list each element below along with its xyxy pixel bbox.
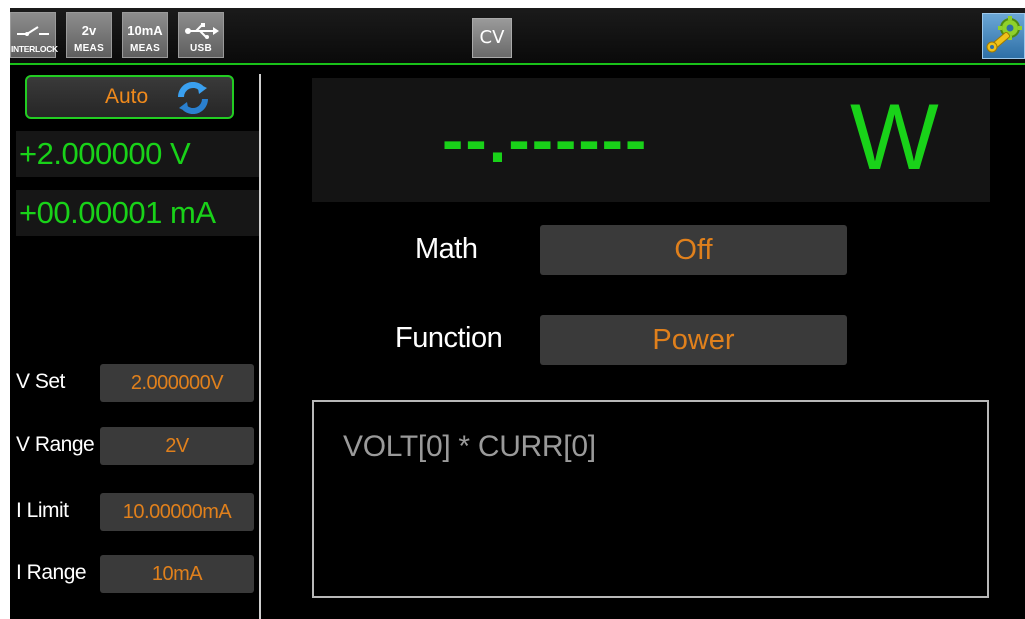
i-range-label: I Range <box>16 561 87 584</box>
current-readout: +00.00001 mA <box>16 190 260 236</box>
main-reading-unit: W <box>850 84 939 189</box>
function-value-button[interactable]: Power <box>540 315 847 365</box>
param-row-i-limit: I Limit 10.00000mA <box>10 493 260 531</box>
current-meas-label: MEAS <box>129 43 161 54</box>
panel-divider <box>259 74 261 619</box>
param-row-v-range: V Range 2V <box>10 427 260 465</box>
instrument-screen: INTERLOCK 2v MEAS 10mA MEAS USB CV Auto … <box>10 8 1025 619</box>
i-limit-value[interactable]: 10.00000mA <box>100 493 254 531</box>
voltage-readout: +2.000000 V <box>16 131 260 177</box>
cv-mode-indicator[interactable]: CV <box>472 18 512 58</box>
current-meas-indicator[interactable]: 10mA MEAS <box>122 12 168 58</box>
usb-label: USB <box>189 43 212 54</box>
voltage-meas-indicator[interactable]: 2v MEAS <box>66 12 112 58</box>
math-value-button[interactable]: Off <box>540 225 847 275</box>
status-bar: INTERLOCK 2v MEAS 10mA MEAS USB CV <box>10 8 1025 65</box>
math-expression: VOLT[0] * CURR[0] <box>343 430 596 463</box>
voltage-meas-range: 2v <box>81 23 97 38</box>
v-range-value[interactable]: 2V <box>100 427 254 465</box>
range-auto-button[interactable]: Auto <box>25 75 234 119</box>
v-set-value[interactable]: 2.000000V <box>100 364 254 402</box>
v-range-label: V Range <box>16 433 95 456</box>
math-label: Math <box>415 233 478 265</box>
switch-icon <box>17 26 49 36</box>
math-expression-box[interactable]: VOLT[0] * CURR[0] <box>312 400 989 598</box>
settings-button[interactable] <box>982 13 1025 59</box>
range-auto-label: Auto <box>105 85 149 108</box>
v-set-label: V Set <box>16 370 65 393</box>
interlock-label: INTERLOCK <box>11 44 58 54</box>
param-row-i-range: I Range 10mA <box>10 555 260 593</box>
usb-indicator[interactable]: USB <box>178 12 224 58</box>
main-reading-value: --.------ <box>442 104 649 176</box>
voltage-meas-label: MEAS <box>73 43 105 54</box>
current-meas-range: 10mA <box>127 23 163 38</box>
i-limit-label: I Limit <box>16 499 69 522</box>
refresh-icon <box>177 82 209 114</box>
main-reading-display: --.------ W <box>312 78 990 202</box>
i-range-value[interactable]: 10mA <box>100 555 254 593</box>
param-row-v-set: V Set 2.000000V <box>10 364 260 402</box>
function-label: Function <box>395 322 503 354</box>
usb-icon <box>185 23 219 39</box>
wrench-gear-icon <box>986 16 1022 53</box>
interlock-indicator[interactable]: INTERLOCK <box>10 12 58 58</box>
